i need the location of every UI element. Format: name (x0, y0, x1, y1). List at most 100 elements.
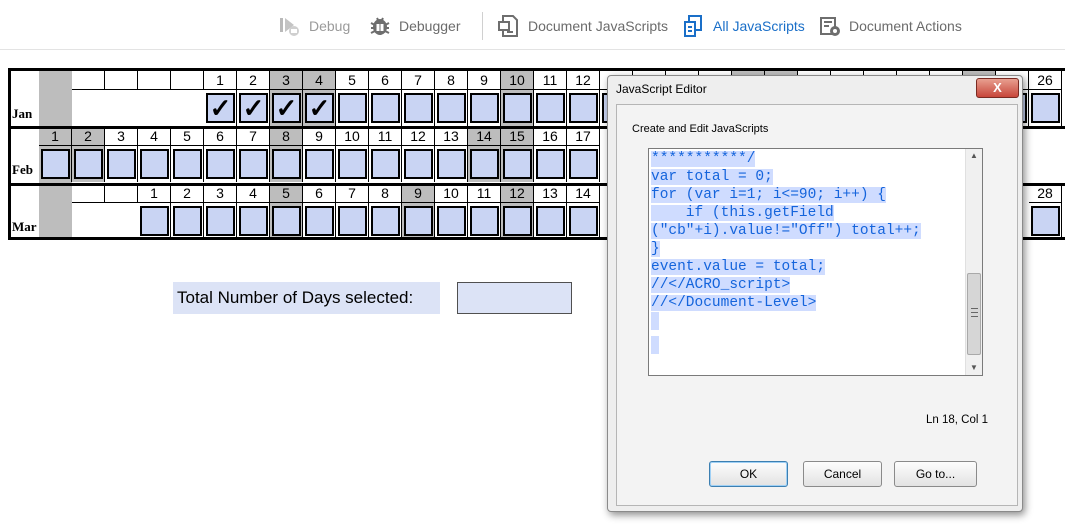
day-cell (237, 203, 270, 237)
day-number-jan-9: 9 (468, 71, 501, 90)
day-checkbox[interactable] (1031, 206, 1060, 236)
code-line-text: //</Document-Level> (651, 295, 817, 311)
empty-header-cell (72, 71, 105, 90)
day-number-jan-4: 4 (303, 71, 336, 90)
day-checkbox[interactable] (206, 149, 235, 179)
day-checkbox[interactable] (536, 93, 565, 123)
day-number-mar-3: 3 (204, 184, 237, 203)
day-checkbox[interactable]: ✓ (305, 93, 334, 123)
scroll-up-arrow-icon[interactable]: ▲ (966, 149, 982, 163)
day-checkbox[interactable] (338, 93, 367, 123)
day-cell (270, 203, 303, 237)
day-number-feb-10: 10 (336, 127, 369, 146)
cancel-button[interactable]: Cancel (803, 461, 882, 487)
day-checkbox[interactable] (404, 149, 433, 179)
document-actions-button[interactable]: Document Actions (818, 12, 962, 40)
day-checkbox[interactable] (437, 206, 466, 236)
day-checkbox[interactable] (470, 149, 499, 179)
code-editor[interactable]: ***********/ var total = 0; for (var i=1; … (648, 148, 983, 376)
day-checkbox[interactable] (338, 206, 367, 236)
day-checkbox[interactable]: ✓ (206, 93, 235, 123)
day-checkbox[interactable] (173, 149, 202, 179)
day-checkbox[interactable] (173, 206, 202, 236)
day-checkbox[interactable] (437, 93, 466, 123)
day-checkbox[interactable] (74, 149, 103, 179)
day-cell (534, 146, 567, 182)
day-checkbox[interactable] (536, 149, 565, 179)
close-button[interactable]: X (976, 78, 1019, 98)
goto-button[interactable]: Go to... (894, 461, 977, 487)
day-cell (1029, 203, 1062, 237)
day-checkbox[interactable] (437, 149, 466, 179)
day-number-feb-8: 8 (270, 127, 303, 146)
day-number-mar-28: 28 (1029, 184, 1062, 203)
day-number-mar-5: 5 (270, 184, 303, 203)
total-days-field[interactable] (457, 282, 572, 314)
day-checkbox[interactable] (41, 149, 70, 179)
day-number-mar-7: 7 (336, 184, 369, 203)
day-checkbox[interactable] (272, 149, 301, 179)
day-checkbox[interactable] (470, 93, 499, 123)
day-checkbox[interactable] (536, 206, 565, 236)
day-checkbox[interactable] (371, 149, 400, 179)
day-number-jan-2: 2 (237, 71, 270, 90)
day-checkbox[interactable] (404, 206, 433, 236)
day-number-feb-3: 3 (105, 127, 138, 146)
day-checkbox[interactable] (239, 206, 268, 236)
code-line-text: } (651, 241, 660, 257)
code-text: ***********/ var total = 0; for (var i=1; … (651, 150, 965, 360)
day-checkbox[interactable] (503, 93, 532, 123)
day-checkbox[interactable]: ✓ (239, 93, 268, 123)
day-cell (336, 90, 369, 126)
vertical-scrollbar[interactable]: ▲ ▼ (965, 149, 982, 375)
document-javascripts-button[interactable]: Document JavaScripts (497, 12, 668, 40)
day-checkbox[interactable] (1031, 93, 1060, 123)
day-number-jan-11: 11 (534, 71, 567, 90)
day-checkbox[interactable] (503, 206, 532, 236)
day-checkbox[interactable]: ✓ (272, 93, 301, 123)
day-checkbox[interactable] (371, 206, 400, 236)
day-checkbox[interactable] (305, 206, 334, 236)
day-checkbox[interactable] (569, 149, 598, 179)
day-checkbox[interactable] (239, 149, 268, 179)
day-cell (303, 146, 336, 182)
empty-header-cell (171, 71, 204, 90)
scroll-down-arrow-icon[interactable]: ▼ (966, 361, 982, 375)
day-checkbox[interactable] (371, 93, 400, 123)
day-cell (369, 203, 402, 237)
debug-label: Debug (309, 18, 351, 34)
scroll-thumb[interactable] (967, 273, 981, 355)
day-number-feb-4: 4 (138, 127, 171, 146)
debugger-button[interactable]: Debugger (368, 12, 461, 40)
day-checkbox[interactable] (503, 149, 532, 179)
day-checkbox[interactable] (206, 206, 235, 236)
code-line-text: if (this.getField (651, 205, 834, 221)
day-number-feb-5: 5 (171, 127, 204, 146)
all-javascripts-button[interactable]: All JavaScripts (682, 12, 805, 40)
day-checkbox[interactable] (338, 149, 367, 179)
day-cell (1029, 90, 1062, 126)
ok-button[interactable]: OK (709, 461, 788, 487)
day-checkbox[interactable] (569, 93, 598, 123)
javascript-editor-dialog: JavaScript Editor X Create and Edit Java… (607, 75, 1023, 512)
day-cell (369, 90, 402, 126)
day-cell (402, 203, 435, 237)
day-checkbox[interactable] (272, 206, 301, 236)
day-cell (402, 146, 435, 182)
day-checkbox[interactable] (404, 93, 433, 123)
day-number-mar-8: 8 (369, 184, 402, 203)
code-line (651, 312, 965, 336)
document-script-icon (498, 15, 518, 37)
day-cell: ✓ (270, 90, 303, 126)
day-checkbox[interactable] (569, 206, 598, 236)
day-number-feb-1: 1 (39, 127, 72, 146)
day-checkbox[interactable] (140, 149, 169, 179)
debug-button[interactable]: Debug (278, 12, 350, 40)
day-checkbox[interactable] (470, 206, 499, 236)
day-cell (138, 146, 171, 182)
day-checkbox[interactable] (140, 206, 169, 236)
day-number-jan-26: 26 (1029, 71, 1062, 90)
day-checkbox[interactable] (305, 149, 334, 179)
day-checkbox[interactable] (107, 149, 136, 179)
day-cell (534, 203, 567, 237)
